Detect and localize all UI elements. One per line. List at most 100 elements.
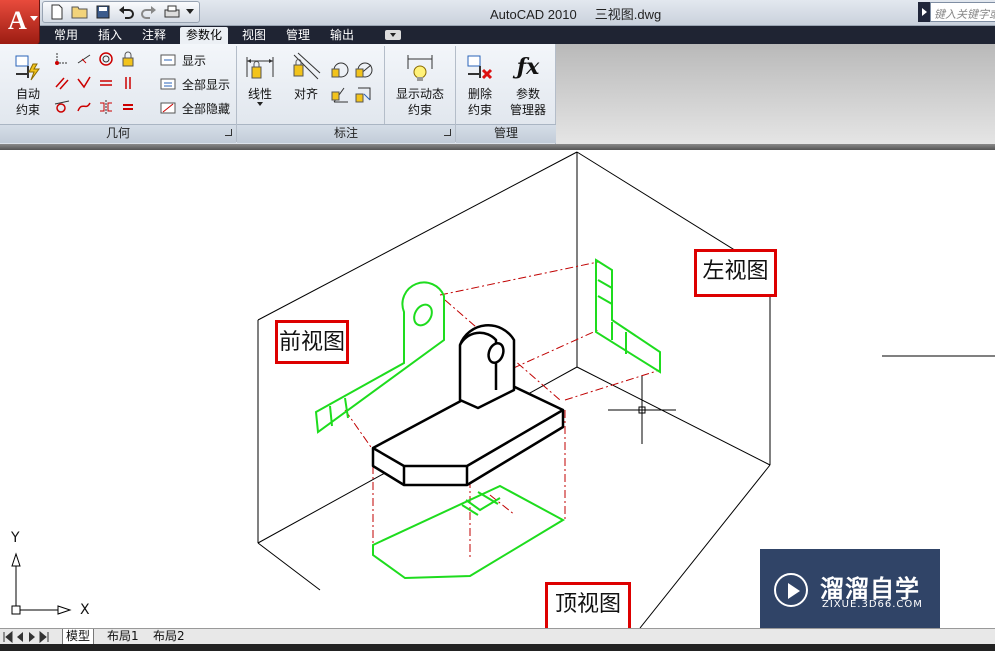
prev-layout-icon[interactable] bbox=[15, 631, 25, 643]
search-input[interactable]: 键入关键字或短语 bbox=[930, 2, 995, 22]
tab-output[interactable]: 输出 bbox=[324, 27, 360, 44]
ucs-icon bbox=[11, 552, 72, 615]
hide-all-icon bbox=[160, 102, 176, 113]
parameters-manager-label: 参数 管理器 bbox=[509, 87, 546, 117]
tab-insert[interactable]: 插入 bbox=[92, 27, 128, 44]
tab-manage[interactable]: 管理 bbox=[280, 27, 316, 44]
tab-annotate[interactable]: 注释 bbox=[136, 27, 172, 44]
new-icon[interactable] bbox=[46, 3, 68, 21]
show-all-icon bbox=[160, 78, 176, 89]
show-dynamic-label: 显示动态 约束 bbox=[395, 87, 444, 117]
projection-line bbox=[489, 494, 516, 516]
left-view-outline bbox=[595, 258, 661, 374]
coincident-icon[interactable] bbox=[52, 49, 72, 69]
angular-dimension-icon[interactable] bbox=[330, 84, 350, 104]
projection-line bbox=[439, 261, 599, 296]
delete-constraints-icon bbox=[463, 50, 497, 84]
top-view-label: 顶视图 bbox=[545, 582, 631, 634]
dimension-panel-launcher-icon[interactable] bbox=[444, 129, 451, 136]
ucs-x-label: X bbox=[80, 602, 90, 618]
dimension-panel-title: 标注 bbox=[237, 124, 455, 143]
tab-parametric[interactable]: 参数化 bbox=[180, 27, 229, 44]
next-layout-icon[interactable] bbox=[27, 631, 37, 643]
ribbon-tab-bar: 常用 插入 注释 参数化 视图 管理 输出 bbox=[0, 26, 995, 44]
ribbon-empty-area bbox=[556, 44, 995, 144]
parameters-manager-button[interactable]: ƒx 参数 管理器 bbox=[506, 50, 550, 118]
qat-dropdown-icon[interactable] bbox=[184, 3, 196, 21]
tab-view[interactable]: 视图 bbox=[236, 27, 272, 44]
watermark-url: ZIXUE.3D66.COM bbox=[822, 599, 923, 610]
horizontal-icon[interactable] bbox=[96, 73, 116, 93]
title-bar: AutoCAD 2010 三视图.dwg 键入关键字或短语 bbox=[0, 0, 995, 26]
first-layout-icon[interactable] bbox=[3, 631, 13, 643]
equal-icon[interactable] bbox=[118, 97, 138, 117]
back-plane-right bbox=[576, 151, 771, 466]
last-layout-icon[interactable] bbox=[39, 631, 49, 643]
top-view-outline bbox=[372, 484, 566, 580]
undo-icon[interactable] bbox=[115, 3, 137, 21]
projection-line bbox=[564, 369, 661, 401]
aligned-label: 对齐 bbox=[293, 87, 318, 101]
ucs-origin bbox=[11, 605, 21, 615]
auto-constrain-button[interactable]: 自动 约束 bbox=[8, 50, 48, 118]
search-expand-icon[interactable] bbox=[918, 2, 930, 22]
top-view-projection bbox=[372, 484, 566, 580]
front-view-label: 前视图 bbox=[275, 320, 349, 364]
hide-all-button[interactable]: 全部隐藏 bbox=[160, 100, 230, 117]
radius-dimension-icon[interactable] bbox=[330, 60, 350, 80]
geometry-panel-launcher-icon[interactable] bbox=[225, 129, 232, 136]
ucs-y-label: Y bbox=[11, 530, 20, 546]
floor-plane-edges bbox=[257, 464, 771, 628]
autocad-window: AutoCAD 2010 三视图.dwg 键入关键字或短语 A 常用 插入 注释… bbox=[0, 0, 995, 651]
tab-home[interactable]: 常用 bbox=[48, 27, 84, 44]
collinear-icon[interactable] bbox=[74, 49, 94, 69]
linear-dropdown-icon bbox=[257, 102, 263, 106]
show-dynamic-constraints-icon bbox=[403, 50, 437, 84]
concentric-icon[interactable] bbox=[96, 49, 116, 69]
projection-line bbox=[344, 409, 374, 451]
left-view-label: 左视图 bbox=[694, 249, 777, 297]
play-icon bbox=[774, 573, 808, 607]
show-label: 显示 bbox=[182, 54, 207, 68]
show-dynamic-constraints-button[interactable]: 显示动态 约束 bbox=[392, 50, 448, 118]
autocad-logo-icon: A bbox=[8, 6, 27, 35]
plot-icon[interactable] bbox=[161, 3, 183, 21]
tab-layout2[interactable]: 布局2 bbox=[150, 629, 188, 645]
linear-label: 线性 bbox=[247, 87, 272, 101]
front-view-hole bbox=[413, 303, 433, 327]
tab-layout1[interactable]: 布局1 bbox=[104, 629, 142, 645]
aligned-dimension-button[interactable]: 对齐 bbox=[288, 50, 324, 102]
tangent-icon[interactable] bbox=[52, 97, 72, 117]
fix-lock-icon[interactable] bbox=[118, 49, 138, 69]
vertical-icon[interactable] bbox=[118, 73, 138, 93]
hide-all-label: 全部隐藏 bbox=[182, 102, 231, 116]
redo-icon[interactable] bbox=[138, 3, 160, 21]
save-icon[interactable] bbox=[92, 3, 114, 21]
show-constraints-icon bbox=[160, 54, 176, 65]
dimension-small-buttons bbox=[330, 60, 378, 108]
ribbon-minimize-icon[interactable] bbox=[385, 30, 401, 40]
geometric-constraints-grid bbox=[52, 49, 140, 121]
crosshair-lines bbox=[608, 376, 676, 444]
delete-constraints-button[interactable]: 删除 约束 bbox=[460, 50, 500, 118]
smooth-icon[interactable] bbox=[74, 97, 94, 117]
open-icon[interactable] bbox=[69, 3, 91, 21]
parallel-icon[interactable] bbox=[52, 73, 72, 93]
show-constraints-button[interactable]: 显示 bbox=[160, 52, 206, 69]
diameter-dimension-icon[interactable] bbox=[354, 60, 374, 80]
layout-tab-bar: 模型 布局1 布局2 bbox=[0, 628, 995, 645]
show-all-button[interactable]: 全部显示 bbox=[160, 76, 230, 93]
quick-access-toolbar bbox=[42, 1, 200, 23]
left-view-projection bbox=[595, 258, 661, 374]
linear-dimension-icon bbox=[243, 50, 277, 84]
window-title: AutoCAD 2010 三视图.dwg bbox=[490, 7, 662, 22]
application-menu-button[interactable]: A bbox=[0, 0, 40, 44]
linear-dimension-button[interactable]: 线性 bbox=[242, 50, 278, 106]
auto-constrain-label: 自动 约束 bbox=[15, 87, 40, 117]
delete-constraints-label: 删除 约束 bbox=[467, 87, 492, 117]
tab-model[interactable]: 模型 bbox=[62, 629, 95, 645]
perpendicular-icon[interactable] bbox=[74, 73, 94, 93]
symmetric-icon[interactable] bbox=[96, 97, 116, 117]
cursor-crosshair bbox=[608, 376, 676, 444]
convert-dimension-icon[interactable] bbox=[354, 84, 374, 104]
